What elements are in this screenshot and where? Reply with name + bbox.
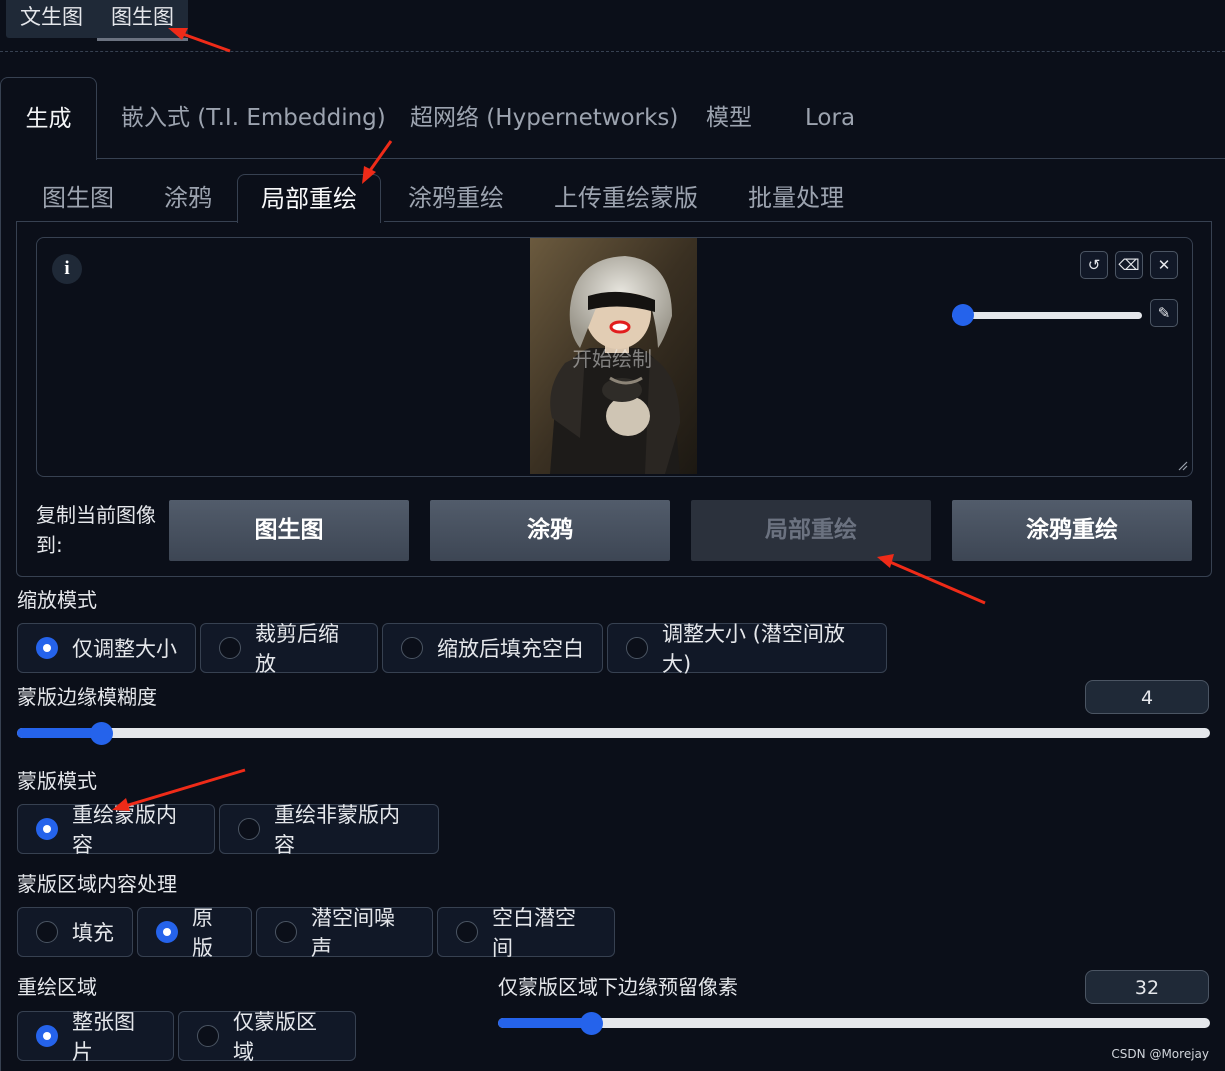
close-icon[interactable]: ✕ [1150,251,1178,279]
radio-label: 缩放后填充空白 [437,637,584,661]
radio-dot [197,1025,219,1047]
subtab-inpaint-upload[interactable]: 上传重绘蒙版 [554,174,698,222]
canvas-overlay-text: 开始绘制 [572,347,652,371]
radio-just-resize[interactable]: 仅调整大小 [17,623,196,673]
radio-label: 空白潜空间 [492,906,576,960]
main-tab-bar: 生成 嵌入式 (T.I. Embedding) 超网络 (Hypernetwor… [0,77,1225,160]
radio-resize-fill[interactable]: 缩放后填充空白 [382,623,603,673]
radio-label: 原版 [192,906,213,960]
resize-mode-group: 仅调整大小 裁剪后缩放 缩放后填充空白 调整大小 (潜空间放大) [17,622,887,676]
subtab-inpaint[interactable]: 局部重绘 [237,174,381,223]
padding-label: 仅蒙版区域下边缘预留像素 [498,975,738,999]
copy-to-img2img-button[interactable]: 图生图 [169,500,409,561]
copy-to-inpaint-sketch-button[interactable]: 涂鸦重绘 [952,500,1192,561]
radio-dot [275,921,297,943]
padding-input[interactable]: 32 [1085,970,1209,1004]
brush-icon[interactable]: ✎ [1150,299,1178,327]
tab-embedding[interactable]: 嵌入式 (T.I. Embedding) [121,77,386,159]
radio-dot [36,637,58,659]
radio-only-masked[interactable]: 仅蒙版区域 [178,1010,356,1064]
radio-label: 整张图片 [72,1010,135,1064]
radio-dot [36,921,58,943]
subtab-img2img[interactable]: 图生图 [42,174,114,222]
eraser-icon[interactable]: ⌫ [1115,251,1143,279]
radio-inpaint-masked[interactable]: 重绘蒙版内容 [17,803,215,857]
radio-label: 仅蒙版区域 [233,1010,317,1064]
mask-blur-label: 蒙版边缘模糊度 [17,685,157,709]
brush-size-slider[interactable] [952,304,1142,326]
copy-to-label: 复制当前图像到: [36,503,156,557]
tab-hypernetworks[interactable]: 超网络 (Hypernetworks) [410,77,678,159]
mask-blur-slider[interactable] [17,722,1210,745]
info-icon[interactable]: i [52,254,82,284]
divider [0,51,1225,52]
watermark: CSDN @Morejay [1111,1047,1209,1061]
undo-icon[interactable]: ↺ [1080,251,1108,279]
tab-txt2img[interactable]: 文生图 [6,0,97,38]
resize-mode-label: 缩放模式 [17,588,97,612]
mask-mode-label: 蒙版模式 [17,769,97,793]
radio-dot [626,637,648,659]
inpaint-area-group: 整张图片 仅蒙版区域 [17,1010,356,1064]
radio-label: 填充 [72,921,114,945]
radio-inpaint-not-masked[interactable]: 重绘非蒙版内容 [219,803,439,857]
radio-crop-resize[interactable]: 裁剪后缩放 [200,622,378,676]
tab-img2img[interactable]: 图生图 [97,0,188,41]
radio-latent-nothing[interactable]: 空白潜空间 [437,906,615,960]
radio-latent-noise[interactable]: 潜空间噪声 [256,906,433,960]
radio-whole-picture[interactable]: 整张图片 [17,1010,174,1064]
copy-to-inpaint-button[interactable]: 局部重绘 [691,500,931,561]
radio-dot [401,637,423,659]
radio-dot [238,818,260,840]
padding-slider[interactable] [498,1012,1210,1035]
radio-label: 裁剪后缩放 [255,622,339,676]
slider-thumb[interactable] [579,1012,603,1035]
tab-generate[interactable]: 生成 [0,77,97,160]
radio-label: 重绘非蒙版内容 [274,803,400,857]
radio-dot [456,921,478,943]
radio-fill[interactable]: 填充 [17,907,133,957]
slider-thumb[interactable] [89,722,113,745]
subtab-batch[interactable]: 批量处理 [748,174,844,222]
radio-dot [36,818,58,840]
radio-latent-upscale[interactable]: 调整大小 (潜空间放大) [607,622,887,676]
tab-model[interactable]: 模型 [706,77,752,159]
copy-to-sketch-button[interactable]: 涂鸦 [430,500,670,561]
subtab-inpaint-sketch[interactable]: 涂鸦重绘 [408,174,504,222]
tab-lora[interactable]: Lora [805,77,855,159]
radio-dot [156,921,178,943]
radio-original[interactable]: 原版 [137,906,252,960]
radio-label: 仅调整大小 [72,637,177,661]
mask-blur-input[interactable]: 4 [1085,680,1209,714]
subtab-sketch[interactable]: 涂鸦 [164,174,212,222]
radio-label: 调整大小 (潜空间放大) [662,622,845,676]
radio-label: 重绘蒙版内容 [72,803,177,857]
radio-dot [219,637,241,659]
radio-label: 潜空间噪声 [311,906,395,960]
masked-content-label: 蒙版区域内容处理 [17,872,177,896]
mask-mode-group: 重绘蒙版内容 重绘非蒙版内容 [17,803,439,857]
mode-tab-bar: 文生图 图生图 [6,0,188,41]
slider-thumb[interactable] [952,304,974,326]
inpaint-area-label: 重绘区域 [17,975,97,999]
radio-dot [36,1025,58,1047]
masked-content-group: 填充 原版 潜空间噪声 空白潜空间 [17,906,615,960]
resize-handle-icon[interactable] [1178,461,1188,471]
